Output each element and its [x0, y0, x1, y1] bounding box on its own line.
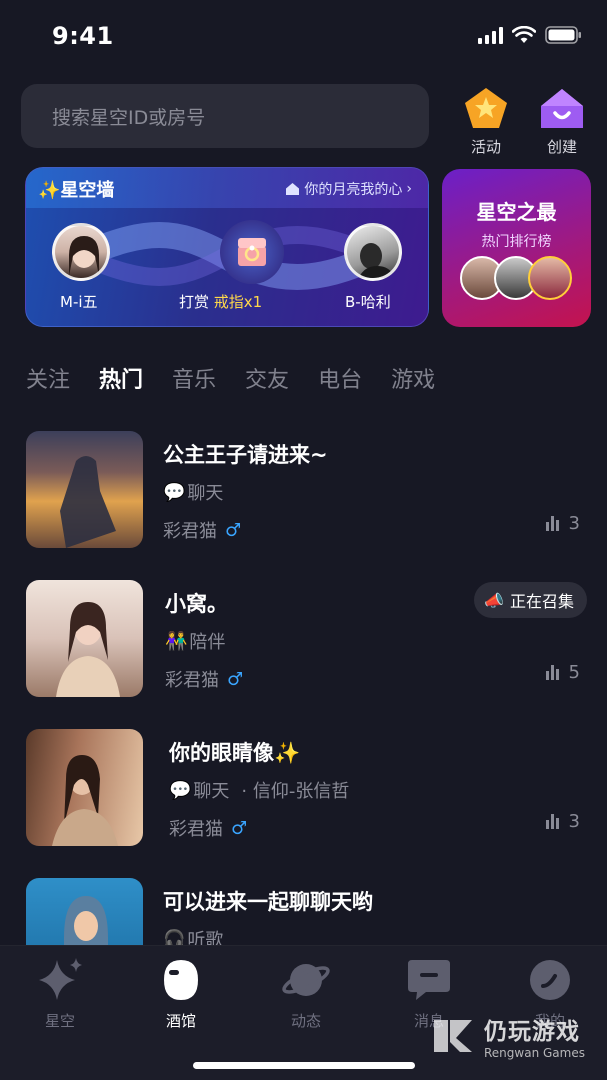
house-icon: [541, 89, 583, 128]
profile-icon: [530, 960, 570, 1000]
chat-bubble-icon: 💬: [169, 779, 192, 801]
battery-icon: [545, 26, 581, 44]
room-list-item[interactable]: 你的眼睛像✨ 💬 聊天 · 信仰-张信哲 彩君猫 ♂ 3: [0, 729, 607, 869]
room-listener-count: 5: [545, 662, 580, 683]
room-category-label: 陪伴: [189, 632, 226, 653]
room-owner-name: 彩君猫: [163, 521, 217, 542]
reward-text: 打赏 戒指x1: [179, 291, 262, 312]
receiver-name: B-哈利: [345, 293, 391, 311]
recruiting-badge-label: 正在召集: [509, 592, 574, 611]
room-title: 可以进来一起聊聊天哟: [163, 890, 373, 914]
planet-icon: [282, 964, 330, 996]
nav-item-moments[interactable]: 动态: [266, 956, 346, 1031]
room-listener-count: 3: [545, 811, 580, 832]
ring-gift-icon: [220, 220, 284, 284]
watermark-name-en: Rengwan Games: [484, 1046, 585, 1060]
search-placeholder: 搜索星空ID或房号: [52, 106, 206, 129]
reward-prefix: 打赏: [179, 293, 210, 311]
rengwan-logo-icon: [434, 1020, 472, 1052]
room-category: 💬 聊天 · 信仰-张信哲: [169, 777, 349, 803]
wifi-icon: [512, 26, 536, 43]
male-gender-icon: ♂: [225, 519, 242, 541]
nav-label: 动态: [290, 1012, 321, 1030]
reward-item: 戒指x1: [213, 293, 263, 311]
ranking-banner[interactable]: 星空之最 热门排行榜: [442, 169, 591, 327]
receiver-avatar[interactable]: [344, 223, 402, 281]
create-button[interactable]: 创建: [534, 86, 590, 157]
sender-avatar[interactable]: [52, 223, 110, 281]
room-title: 你的眼睛像✨: [169, 741, 301, 765]
tab-games[interactable]: 游戏: [391, 362, 435, 394]
star-wall-subtitle-text: 你的月亮我的心: [304, 182, 403, 198]
room-count-value: 3: [568, 811, 580, 832]
ranking-title: 星空之最: [476, 200, 557, 224]
male-gender-icon: ♂: [227, 668, 244, 690]
house-small-icon: [286, 183, 300, 195]
room-title: 公主王子请进来~: [163, 443, 328, 467]
nav-label: 酒馆: [165, 1012, 196, 1030]
room-title: 小窝。: [165, 592, 228, 616]
status-bar: 9:41: [0, 0, 607, 76]
nav-item-star-sky[interactable]: 星空: [20, 956, 100, 1031]
chevron-right-icon: ›: [406, 181, 412, 197]
listeners-bars-icon: [545, 516, 559, 531]
tavern-icon: [164, 960, 198, 1000]
star-wall-banner[interactable]: ✨星空墙 你的月亮我的心 › M-i五 打赏 戒指x1 B-哈利: [25, 167, 429, 327]
room-now-playing: · 信仰-张信哲: [241, 781, 350, 802]
chat-bubble-icon: 💬: [163, 481, 186, 503]
star-icon: [465, 88, 507, 128]
megaphone-icon: 📣: [484, 590, 504, 610]
room-count-value: 3: [568, 513, 580, 534]
nav-item-tavern[interactable]: 酒馆: [141, 956, 221, 1031]
ranking-subtitle: 热门排行榜: [481, 234, 552, 250]
watermark-name-cn: 仍玩游戏: [484, 1019, 580, 1045]
tab-hot[interactable]: 热门: [99, 362, 143, 394]
room-cover-image: [26, 729, 143, 846]
room-owner-name: 彩君猫: [165, 670, 219, 691]
search-input[interactable]: 搜索星空ID或房号: [21, 84, 429, 148]
room-category-label: 聊天: [187, 483, 224, 504]
room-owner-name: 彩君猫: [169, 819, 223, 840]
category-tabs: 关注 热门 音乐 交友 电台 游戏: [26, 362, 435, 394]
room-owner: 彩君猫 ♂: [169, 815, 247, 841]
create-label: 创建: [546, 138, 577, 156]
room-count-value: 5: [568, 662, 580, 683]
male-gender-icon: ♂: [231, 817, 248, 839]
activity-label: 活动: [470, 138, 501, 156]
sender-name: M-i五: [60, 293, 98, 311]
activity-button[interactable]: 活动: [458, 86, 514, 157]
star-wall-title: ✨星空墙: [38, 180, 115, 201]
couple-icon: 👫: [165, 630, 188, 652]
tab-music[interactable]: 音乐: [172, 362, 216, 394]
home-indicator[interactable]: [193, 1062, 415, 1069]
room-listener-count: 3: [545, 513, 580, 534]
ranking-avatar: [528, 256, 572, 300]
cellular-signal-icon: [478, 26, 503, 44]
tab-friends[interactable]: 交友: [245, 362, 289, 394]
tab-follow[interactable]: 关注: [26, 362, 70, 394]
room-list-item[interactable]: 小窝。 👫 陪伴 彩君猫 ♂ 📣 正在召集 5: [0, 580, 607, 720]
room-category: 👫 陪伴: [165, 628, 225, 654]
listeners-bars-icon: [545, 665, 559, 680]
recruiting-badge: 📣 正在召集: [474, 582, 587, 618]
room-cover-image: [26, 431, 143, 548]
tab-radio[interactable]: 电台: [318, 362, 362, 394]
app-screen: 9:41 搜索星空ID或房号 活动 创建 ✨星空墙 你的月亮我的心 › M-i五…: [0, 0, 607, 1080]
room-list-item[interactable]: 公主王子请进来~ 💬 聊天 彩君猫 ♂ 3: [0, 431, 607, 571]
watermark-logo: 仍玩游戏 Rengwan Games: [430, 1012, 585, 1060]
message-icon: [408, 960, 450, 1000]
status-time: 9:41: [52, 22, 114, 50]
room-category-label: 聊天: [193, 781, 230, 802]
room-owner: 彩君猫 ♂: [163, 517, 241, 543]
room-cover-image: [26, 580, 143, 697]
room-owner: 彩君猫 ♂: [165, 666, 243, 692]
nav-label: 星空: [44, 1012, 75, 1030]
sparkle-icon: [39, 958, 82, 1000]
listeners-bars-icon: [545, 814, 559, 829]
status-icons: [478, 26, 583, 44]
star-wall-subtitle: 你的月亮我的心 ›: [285, 179, 412, 199]
room-category: 💬 聊天: [163, 479, 223, 505]
